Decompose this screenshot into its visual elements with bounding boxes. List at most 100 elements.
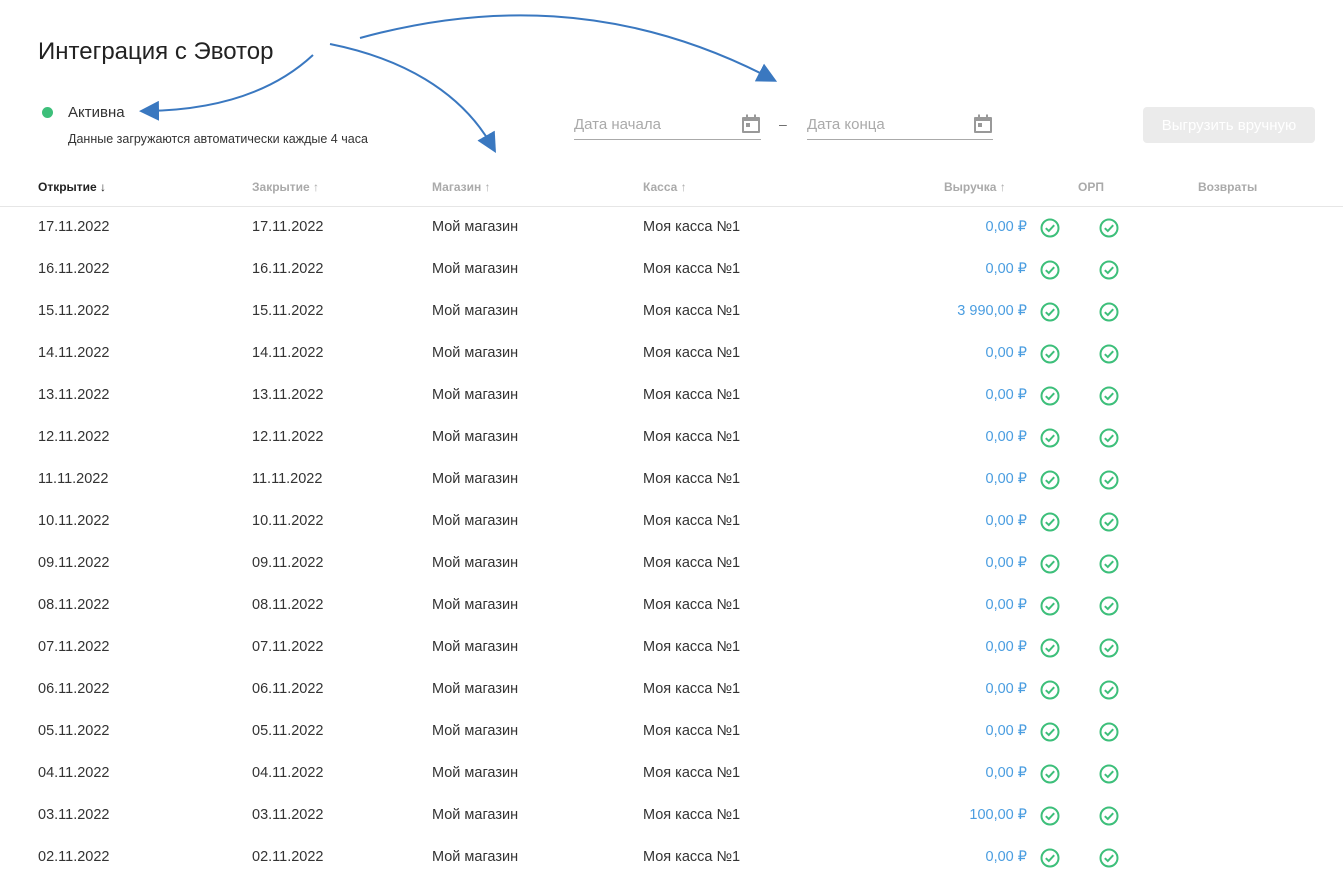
cell-revenue[interactable]: 0,00 ₽	[986, 723, 1027, 739]
cell-shop: Мой магазин	[432, 387, 519, 403]
table-row[interactable]: 17.11.2022 17.11.2022 Мой магазин Моя ка…	[0, 207, 1343, 249]
column-header-open[interactable]: Открытие ↓	[38, 180, 106, 194]
cell-close: 12.11.2022	[252, 429, 324, 445]
cell-register: Моя касса №1	[643, 219, 741, 235]
check-circle-icon	[1040, 428, 1060, 448]
table-row[interactable]: 06.11.2022 06.11.2022 Мой магазин Моя ка…	[0, 669, 1343, 711]
cell-close: 13.11.2022	[252, 387, 324, 403]
column-header-revenue[interactable]: Выручка ↑	[944, 180, 1006, 194]
cell-shop: Мой магазин	[432, 261, 519, 277]
check-circle-icon	[1040, 596, 1060, 616]
check-circle-icon	[1099, 806, 1119, 826]
cell-revenue[interactable]: 0,00 ₽	[986, 387, 1027, 403]
check-circle-icon	[1040, 512, 1060, 532]
table-row[interactable]: 10.11.2022 10.11.2022 Мой магазин Моя ка…	[0, 501, 1343, 543]
cell-shop: Мой магазин	[432, 219, 519, 235]
check-circle-icon	[1040, 764, 1060, 784]
cell-revenue[interactable]: 100,00 ₽	[969, 807, 1027, 823]
cell-revenue[interactable]: 0,00 ₽	[986, 429, 1027, 445]
cell-register: Моя касса №1	[643, 639, 741, 655]
start-date-input[interactable]: Дата начала	[574, 108, 761, 140]
cell-close: 17.11.2022	[252, 219, 324, 235]
start-date-placeholder: Дата начала	[574, 116, 661, 133]
check-circle-icon	[1099, 218, 1119, 238]
table-row[interactable]: 03.11.2022 03.11.2022 Мой магазин Моя ка…	[0, 795, 1343, 837]
cell-shop: Мой магазин	[432, 681, 519, 697]
column-header-shop[interactable]: Магазин ↑	[432, 180, 491, 194]
cell-revenue[interactable]: 0,00 ₽	[986, 513, 1027, 529]
cell-register: Моя касса №1	[643, 429, 741, 445]
column-header-orp: ОРП	[1078, 180, 1104, 194]
check-circle-icon	[1099, 512, 1119, 532]
cell-open: 04.11.2022	[38, 765, 110, 781]
end-date-input[interactable]: Дата конца	[807, 108, 993, 140]
table-row[interactable]: 15.11.2022 15.11.2022 Мой магазин Моя ка…	[0, 291, 1343, 333]
cell-revenue[interactable]: 0,00 ₽	[986, 261, 1027, 277]
check-circle-icon	[1099, 596, 1119, 616]
cell-open: 11.11.2022	[38, 471, 109, 487]
table-row[interactable]: 12.11.2022 12.11.2022 Мой магазин Моя ка…	[0, 417, 1343, 459]
table-row[interactable]: 07.11.2022 07.11.2022 Мой магазин Моя ка…	[0, 627, 1343, 669]
column-header-register[interactable]: Касса ↑	[643, 180, 687, 194]
cell-register: Моя касса №1	[643, 513, 741, 529]
cell-revenue[interactable]: 0,00 ₽	[986, 555, 1027, 571]
cell-open: 03.11.2022	[38, 807, 110, 823]
status-label: Активна	[68, 104, 125, 121]
check-circle-icon	[1099, 344, 1119, 364]
cell-revenue[interactable]: 3 990,00 ₽	[957, 303, 1027, 319]
cell-shop: Мой магазин	[432, 303, 519, 319]
cell-close: 14.11.2022	[252, 345, 324, 361]
cell-open: 05.11.2022	[38, 723, 110, 739]
check-circle-icon	[1040, 386, 1060, 406]
cell-open: 13.11.2022	[38, 387, 110, 403]
cell-shop: Мой магазин	[432, 513, 519, 529]
cell-register: Моя касса №1	[643, 345, 741, 361]
annotation-arrow	[329, 43, 496, 153]
table-row[interactable]: 04.11.2022 04.11.2022 Мой магазин Моя ка…	[0, 753, 1343, 795]
cell-open: 07.11.2022	[38, 639, 110, 655]
cell-close: 04.11.2022	[252, 765, 324, 781]
column-header-close[interactable]: Закрытие ↑	[252, 180, 319, 194]
table-row[interactable]: 09.11.2022 09.11.2022 Мой магазин Моя ка…	[0, 543, 1343, 585]
cell-close: 06.11.2022	[252, 681, 324, 697]
check-circle-icon	[1040, 260, 1060, 280]
check-circle-icon	[1099, 764, 1119, 784]
table-row[interactable]: 02.11.2022 02.11.2022 Мой магазин Моя ка…	[0, 837, 1343, 879]
cell-open: 17.11.2022	[38, 219, 110, 235]
table-row[interactable]: 14.11.2022 14.11.2022 Мой магазин Моя ка…	[0, 333, 1343, 375]
annotation-arrow	[359, 14, 778, 82]
export-manual-button[interactable]: Выгрузить вручную	[1143, 107, 1315, 143]
cell-open: 15.11.2022	[38, 303, 110, 319]
table-row[interactable]: 08.11.2022 08.11.2022 Мой магазин Моя ка…	[0, 585, 1343, 627]
table-row[interactable]: 11.11.2022 11.11.2022 Мой магазин Моя ка…	[0, 459, 1343, 501]
table-row[interactable]: 16.11.2022 16.11.2022 Мой магазин Моя ка…	[0, 249, 1343, 291]
cell-close: 07.11.2022	[252, 639, 324, 655]
cell-register: Моя касса №1	[643, 471, 741, 487]
status-note: Данные загружаются автоматически каждые …	[68, 132, 368, 146]
cell-open: 08.11.2022	[38, 597, 110, 613]
cell-close: 11.11.2022	[252, 471, 323, 487]
cell-close: 09.11.2022	[252, 555, 324, 571]
cell-close: 05.11.2022	[252, 723, 324, 739]
status-dot-icon	[42, 107, 53, 118]
cell-revenue[interactable]: 0,00 ₽	[986, 219, 1027, 235]
table-row[interactable]: 13.11.2022 13.11.2022 Мой магазин Моя ка…	[0, 375, 1343, 417]
cell-register: Моя касса №1	[643, 303, 741, 319]
cell-shop: Мой магазин	[432, 555, 519, 571]
cell-close: 15.11.2022	[252, 303, 324, 319]
cell-revenue[interactable]: 0,00 ₽	[986, 639, 1027, 655]
cell-revenue[interactable]: 0,00 ₽	[986, 597, 1027, 613]
calendar-icon[interactable]	[741, 114, 761, 134]
cell-close: 03.11.2022	[252, 807, 324, 823]
cell-revenue[interactable]: 0,00 ₽	[986, 471, 1027, 487]
calendar-icon[interactable]	[973, 114, 993, 134]
cell-shop: Мой магазин	[432, 597, 519, 613]
cell-shop: Мой магазин	[432, 429, 519, 445]
cell-revenue[interactable]: 0,00 ₽	[986, 765, 1027, 781]
cell-register: Моя касса №1	[643, 723, 741, 739]
check-circle-icon	[1040, 218, 1060, 238]
cell-revenue[interactable]: 0,00 ₽	[986, 681, 1027, 697]
cell-revenue[interactable]: 0,00 ₽	[986, 345, 1027, 361]
check-circle-icon	[1099, 722, 1119, 742]
table-row[interactable]: 05.11.2022 05.11.2022 Мой магазин Моя ка…	[0, 711, 1343, 753]
